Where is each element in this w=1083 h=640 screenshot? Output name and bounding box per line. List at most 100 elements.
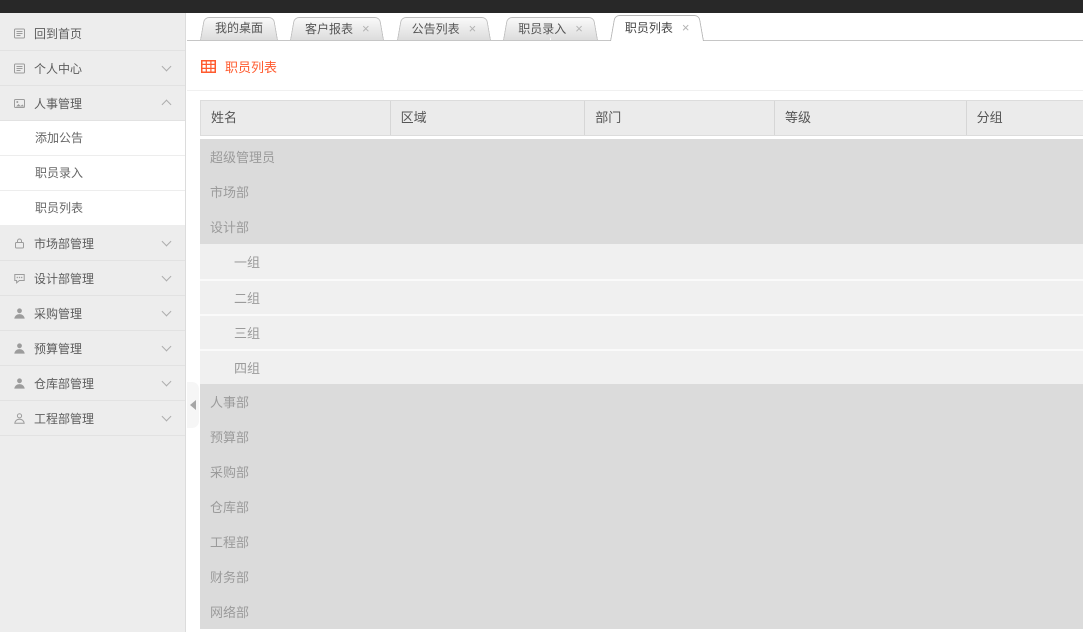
sidebar-item-hr-management[interactable]: 人事管理 <box>0 86 185 121</box>
chevron-down-icon <box>162 62 172 72</box>
lock-icon <box>13 237 26 250</box>
column-header: 部门 <box>585 101 775 135</box>
tab-my-desktop[interactable]: 我的桌面 <box>200 17 278 40</box>
tab-label: 公告列表 <box>412 22 460 36</box>
table-row[interactable]: 采购部 <box>200 454 1083 489</box>
row-name-cell: 超级管理员 <box>210 147 275 166</box>
sidebar-subitem-add-announcement[interactable]: 添加公告 <box>0 121 185 156</box>
table-row[interactable]: 二组 <box>200 279 1083 314</box>
table-row[interactable]: 市场部 <box>200 174 1083 209</box>
staff-table: 姓名区域部门等级分组 超级管理员市场部设计部一组二组三组四组人事部预算部采购部仓… <box>200 100 1083 629</box>
chevron-down-icon <box>162 377 172 387</box>
tab-customer-report[interactable]: 客户报表 × <box>290 17 385 40</box>
table-row[interactable]: 工程部 <box>200 524 1083 559</box>
sidebar-item-label: 预算管理 <box>34 340 163 357</box>
sidebar-item-label: 人事管理 <box>34 95 163 112</box>
sidebar-subitem-staff-list[interactable]: 职员列表 <box>0 191 185 226</box>
sidebar-item-label: 工程部管理 <box>34 410 163 427</box>
user-icon <box>13 342 26 355</box>
table-body: 超级管理员市场部设计部一组二组三组四组人事部预算部采购部仓库部工程部财务部网络部 <box>200 139 1083 629</box>
row-name-cell: 三组 <box>234 323 260 342</box>
row-name-cell: 市场部 <box>210 182 249 201</box>
sidebar-item-personal-center[interactable]: 个人中心 <box>0 51 185 86</box>
main-content: 我的桌面 客户报表 × 公告列表 × 职员录入 × 职员列表 × 职员列表 姓名区域部门等级分组… <box>187 13 1083 640</box>
table-header-row: 姓名区域部门等级分组 <box>200 100 1083 136</box>
chevron-down-icon <box>162 342 172 352</box>
page-title: 职员列表 <box>225 57 277 76</box>
chevron-down-icon <box>162 307 172 317</box>
close-icon[interactable]: × <box>362 21 370 36</box>
close-icon[interactable]: × <box>682 20 690 35</box>
tab-label: 职员录入 <box>518 22 566 36</box>
row-name-cell: 采购部 <box>210 462 249 481</box>
sidebar-item-label: 市场部管理 <box>34 235 163 252</box>
collapse-left-arrow-icon <box>190 400 196 410</box>
header-divider <box>187 90 1083 91</box>
sidebar-item-label: 仓库部管理 <box>34 375 163 392</box>
column-header: 分组 <box>967 101 1083 135</box>
tab-staff-entry[interactable]: 职员录入 × <box>503 17 598 40</box>
table-row[interactable]: 四组 <box>200 349 1083 384</box>
column-header: 姓名 <box>201 101 391 135</box>
user-outline-icon <box>13 412 26 425</box>
tab-staff-list[interactable]: 职员列表 × <box>610 15 705 41</box>
row-name-cell: 二组 <box>234 288 260 307</box>
row-name-cell: 网络部 <box>210 602 249 621</box>
table-row[interactable]: 三组 <box>200 314 1083 349</box>
tab-announcement-list[interactable]: 公告列表 × <box>397 17 492 40</box>
tab-bar: 我的桌面 客户报表 × 公告列表 × 职员录入 × 职员列表 × <box>187 13 1083 41</box>
sidebar-item-label: 个人中心 <box>34 60 163 77</box>
row-name-cell: 一组 <box>234 252 260 271</box>
table-row[interactable]: 仓库部 <box>200 489 1083 524</box>
row-name-cell: 人事部 <box>210 392 249 411</box>
user-icon <box>13 307 26 320</box>
close-icon[interactable]: × <box>469 21 477 36</box>
tab-label: 职员列表 <box>625 21 673 35</box>
document-icon <box>13 62 26 75</box>
table-row[interactable]: 一组 <box>200 244 1083 279</box>
tab-label: 客户报表 <box>305 22 353 36</box>
sidebar-item-label: 设计部管理 <box>34 270 163 287</box>
row-name-cell: 工程部 <box>210 532 249 551</box>
sidebar-item-label: 回到首页 <box>34 25 172 42</box>
tab-label: 我的桌面 <box>215 21 263 35</box>
sidebar-subitem-staff-entry[interactable]: 职员录入 <box>0 156 185 191</box>
column-header: 区域 <box>391 101 586 135</box>
table-grid-icon <box>201 60 216 73</box>
sidebar-item-home[interactable]: 回到首页 <box>0 16 185 51</box>
chat-icon <box>13 272 26 285</box>
sidebar: 回到首页个人中心人事管理添加公告职员录入职员列表市场部管理设计部管理采购管理预算… <box>0 13 186 632</box>
sidebar-item-purchasing[interactable]: 采购管理 <box>0 296 185 331</box>
top-bar <box>0 0 1083 13</box>
row-name-cell: 预算部 <box>210 427 249 446</box>
page-header: 职员列表 <box>201 57 1083 76</box>
row-name-cell: 财务部 <box>210 567 249 586</box>
sidebar-item-marketing-dept[interactable]: 市场部管理 <box>0 226 185 261</box>
chevron-down-icon <box>162 237 172 247</box>
table-row[interactable]: 财务部 <box>200 559 1083 594</box>
row-name-cell: 仓库部 <box>210 497 249 516</box>
chevron-down-icon <box>162 412 172 422</box>
sidebar-item-engineering-dept[interactable]: 工程部管理 <box>0 401 185 436</box>
sidebar-item-label: 采购管理 <box>34 305 163 322</box>
sidebar-item-budget[interactable]: 预算管理 <box>0 331 185 366</box>
column-header: 等级 <box>775 101 967 135</box>
user-icon <box>13 377 26 390</box>
sidebar-item-warehouse-dept[interactable]: 仓库部管理 <box>0 366 185 401</box>
image-icon <box>13 97 26 110</box>
sidebar-item-design-dept[interactable]: 设计部管理 <box>0 261 185 296</box>
chevron-up-icon <box>162 100 172 110</box>
close-icon[interactable]: × <box>575 21 583 36</box>
row-name-cell: 四组 <box>234 358 260 377</box>
table-row[interactable]: 预算部 <box>200 419 1083 454</box>
table-row[interactable]: 设计部 <box>200 209 1083 244</box>
row-name-cell: 设计部 <box>210 217 249 236</box>
table-row[interactable]: 人事部 <box>200 384 1083 419</box>
document-icon <box>13 27 26 40</box>
app-window: 回到首页个人中心人事管理添加公告职员录入职员列表市场部管理设计部管理采购管理预算… <box>0 0 1083 640</box>
chevron-down-icon <box>162 272 172 282</box>
sidebar-collapse-handle[interactable] <box>187 382 199 428</box>
table-row[interactable]: 网络部 <box>200 594 1083 629</box>
sidebar-menu: 回到首页个人中心人事管理添加公告职员录入职员列表市场部管理设计部管理采购管理预算… <box>0 16 185 436</box>
table-row[interactable]: 超级管理员 <box>200 139 1083 174</box>
